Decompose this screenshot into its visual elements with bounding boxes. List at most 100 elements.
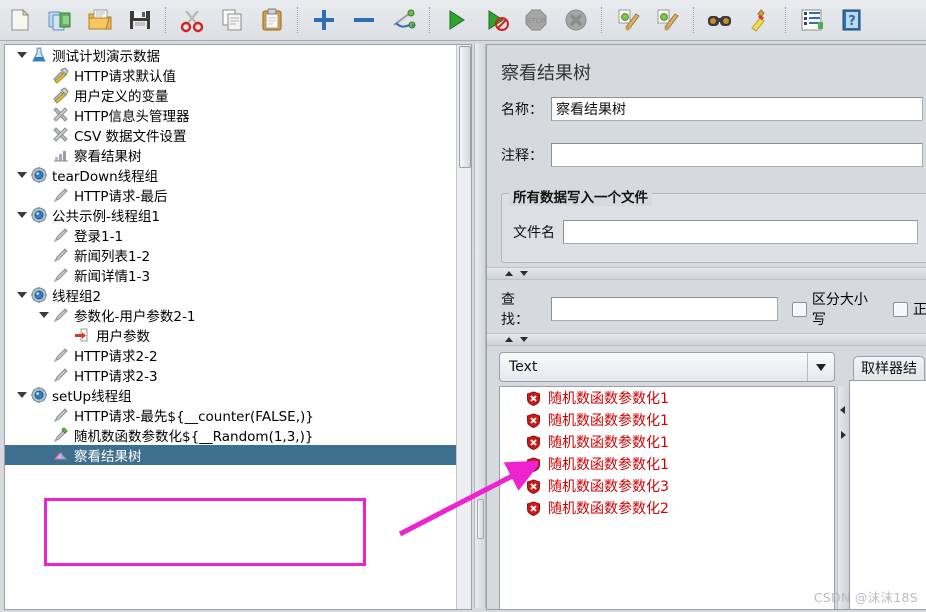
tree-node[interactable]: HTTP信息头管理器 — [5, 105, 457, 125]
help-icon[interactable]: ? — [835, 3, 869, 37]
expand-all-icon[interactable] — [307, 3, 341, 37]
function-helper-icon[interactable] — [795, 3, 829, 37]
toolbar-separator — [429, 7, 431, 33]
tree-node-selected[interactable]: 察看结果树 — [5, 445, 457, 465]
start-icon[interactable] — [439, 3, 473, 37]
tree-node[interactable]: 登录1-1 — [5, 225, 457, 245]
collapse-down-icon-2[interactable] — [520, 337, 528, 342]
tree-node[interactable]: 公共示例-线程组1 — [5, 205, 457, 225]
horizontal-splitter-top[interactable] — [487, 267, 926, 280]
paste-icon[interactable] — [255, 3, 289, 37]
tree-node[interactable]: 用户参数 — [5, 325, 457, 345]
expand-toggle-icon[interactable] — [15, 285, 29, 305]
tree-node[interactable]: setUp线程组 — [5, 385, 457, 405]
toolbar-separator — [785, 7, 787, 33]
tree-node[interactable]: 新闻列表1-2 — [5, 245, 457, 265]
tree-node[interactable]: HTTP请求-最先${__counter(FALSE,)} — [5, 405, 457, 425]
http-sampler-icon — [51, 186, 71, 204]
collapse-up-icon[interactable] — [505, 271, 513, 276]
name-input[interactable] — [551, 97, 923, 121]
horizontal-splitter-bottom[interactable] — [487, 333, 926, 346]
tree-node[interactable]: CSV 数据文件设置 — [5, 125, 457, 145]
clear-all-icon[interactable] — [651, 3, 685, 37]
toggle-icon[interactable] — [387, 3, 421, 37]
http-sampler-icon — [51, 306, 71, 324]
result-list-item[interactable]: 随机数函数参数化1 — [500, 387, 834, 409]
search-input[interactable] — [550, 297, 779, 321]
expand-toggle-icon[interactable] — [37, 305, 51, 325]
result-list-item[interactable]: 随机数函数参数化1 — [500, 453, 834, 475]
comment-input[interactable] — [551, 143, 923, 167]
tree-node[interactable]: 参数化-用户参数2-1 — [5, 305, 457, 325]
chevron-down-icon[interactable] — [807, 353, 834, 381]
result-list-item[interactable]: 随机数函数参数化2 — [500, 497, 834, 519]
expand-toggle-icon[interactable] — [15, 165, 29, 185]
tree-toggle-spacer — [59, 325, 73, 345]
tree-node[interactable]: HTTP请求2-3 — [5, 365, 457, 385]
tree-scrollbar-thumb[interactable] — [459, 46, 471, 168]
tree-node-label: 察看结果树 — [74, 449, 142, 465]
cut-icon[interactable] — [175, 3, 209, 37]
tree-node[interactable]: 线程组2 — [5, 285, 457, 305]
user-parameters-icon — [73, 326, 93, 344]
test-plan-icon — [29, 46, 49, 64]
result-list-item[interactable]: 随机数函数参数化1 — [500, 409, 834, 431]
splitter-grip[interactable] — [477, 499, 484, 539]
templates-icon[interactable] — [43, 3, 77, 37]
tree-node[interactable]: 新闻详情1-3 — [5, 265, 457, 285]
tree-node-label: 公共示例-线程组1 — [52, 209, 160, 225]
config-wrench-yellow-icon — [51, 86, 71, 104]
main-vertical-splitter[interactable] — [474, 44, 486, 608]
results-list[interactable]: 随机数函数参数化1 随机数函数参数化1 随机数函数参数化1 随机数函数参数化1 随机数函… — [499, 386, 835, 609]
tree-node-label: HTTP请求默认值 — [74, 69, 177, 85]
reset-search-icon[interactable] — [743, 3, 777, 37]
case-sensitive-label: 区分大小写 — [811, 292, 868, 328]
tree-node-label: HTTP请求-最先${__counter(FALSE,)} — [74, 409, 314, 425]
expand-right-icon[interactable] — [841, 431, 846, 439]
test-plan-tree-panel: 测试计划演示数据 HTTP请求默认值 用户定义的变量 HTTP信息头管理器 CSV 数据… — [4, 44, 472, 610]
collapse-up-icon-2[interactable] — [505, 337, 513, 342]
result-list-item[interactable]: 随机数函数参数化1 — [500, 431, 834, 453]
http-sampler-icon — [51, 366, 71, 384]
expand-toggle-icon[interactable] — [15, 205, 29, 225]
stop-icon[interactable]: STOP — [519, 3, 553, 37]
error-shield-icon — [526, 434, 541, 450]
regex-checkbox[interactable] — [893, 301, 908, 317]
clear-icon[interactable] — [611, 3, 645, 37]
http-sampler-icon — [51, 226, 71, 244]
result-list-item[interactable]: 随机数函数参数化3 — [500, 475, 834, 497]
new-icon[interactable] — [3, 3, 37, 37]
expand-toggle-icon[interactable] — [15, 45, 29, 65]
copy-icon[interactable] — [215, 3, 249, 37]
tree-node-label: HTTP信息头管理器 — [74, 109, 190, 125]
save-icon[interactable] — [123, 3, 157, 37]
case-sensitive-checkbox[interactable] — [792, 301, 807, 317]
toolbar-separator — [165, 7, 167, 33]
open-icon[interactable] — [83, 3, 117, 37]
result-list-item-label: 随机数函数参数化1 — [548, 435, 669, 451]
shutdown-icon[interactable] — [559, 3, 593, 37]
tree-node[interactable]: HTTP请求2-2 — [5, 345, 457, 365]
tree-node[interactable]: HTTP请求-最后 — [5, 185, 457, 205]
collapse-down-icon[interactable] — [520, 271, 528, 276]
start-no-pause-icon[interactable] — [479, 3, 513, 37]
tree-node[interactable]: 察看结果树 — [5, 145, 457, 165]
collapse-left-icon[interactable] — [840, 406, 845, 414]
tree-node[interactable]: 测试计划演示数据 — [5, 45, 457, 65]
tree-node[interactable]: tearDown线程组 — [5, 165, 457, 185]
renderer-selected-value: Text — [509, 359, 538, 375]
search-icon[interactable] — [703, 3, 737, 37]
tree-node[interactable]: HTTP请求默认值 — [5, 65, 457, 85]
http-sampler-icon — [51, 266, 71, 284]
tree-node-label: 用户参数 — [96, 329, 150, 345]
tree-node[interactable]: 随机数函数参数化${__Random(1,3,)} — [5, 425, 457, 445]
tree-node[interactable]: 用户定义的变量 — [5, 85, 457, 105]
config-wrench-icon — [51, 126, 71, 144]
tree-toggle-spacer — [37, 225, 51, 245]
tree-vertical-scrollbar[interactable] — [456, 45, 471, 609]
filename-input[interactable] — [563, 220, 918, 244]
collapse-all-icon[interactable] — [347, 3, 381, 37]
tab-sampler-result[interactable]: 取样器结 — [853, 356, 925, 381]
renderer-combobox[interactable]: Text — [499, 352, 835, 382]
expand-toggle-icon[interactable] — [15, 385, 29, 405]
